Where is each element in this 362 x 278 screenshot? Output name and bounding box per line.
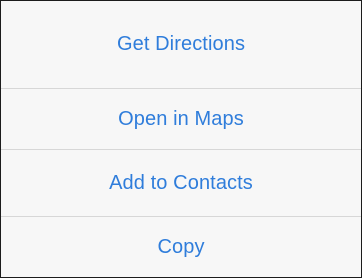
copy-label: Copy <box>157 235 205 258</box>
action-menu: Get Directions Open in Maps Add to Conta… <box>1 1 361 277</box>
add-to-contacts-label: Add to Contacts <box>109 171 253 194</box>
get-directions-label: Get Directions <box>116 33 246 55</box>
open-in-maps-label: Open in Maps <box>118 107 244 130</box>
add-to-contacts-button[interactable]: Add to Contacts <box>1 150 361 217</box>
action-sheet: Get Directions Open in Maps Add to Conta… <box>0 0 362 278</box>
copy-button[interactable]: Copy <box>1 217 361 277</box>
open-in-maps-button[interactable]: Open in Maps <box>1 89 361 150</box>
get-directions-button[interactable]: Get Directions <box>1 1 361 89</box>
